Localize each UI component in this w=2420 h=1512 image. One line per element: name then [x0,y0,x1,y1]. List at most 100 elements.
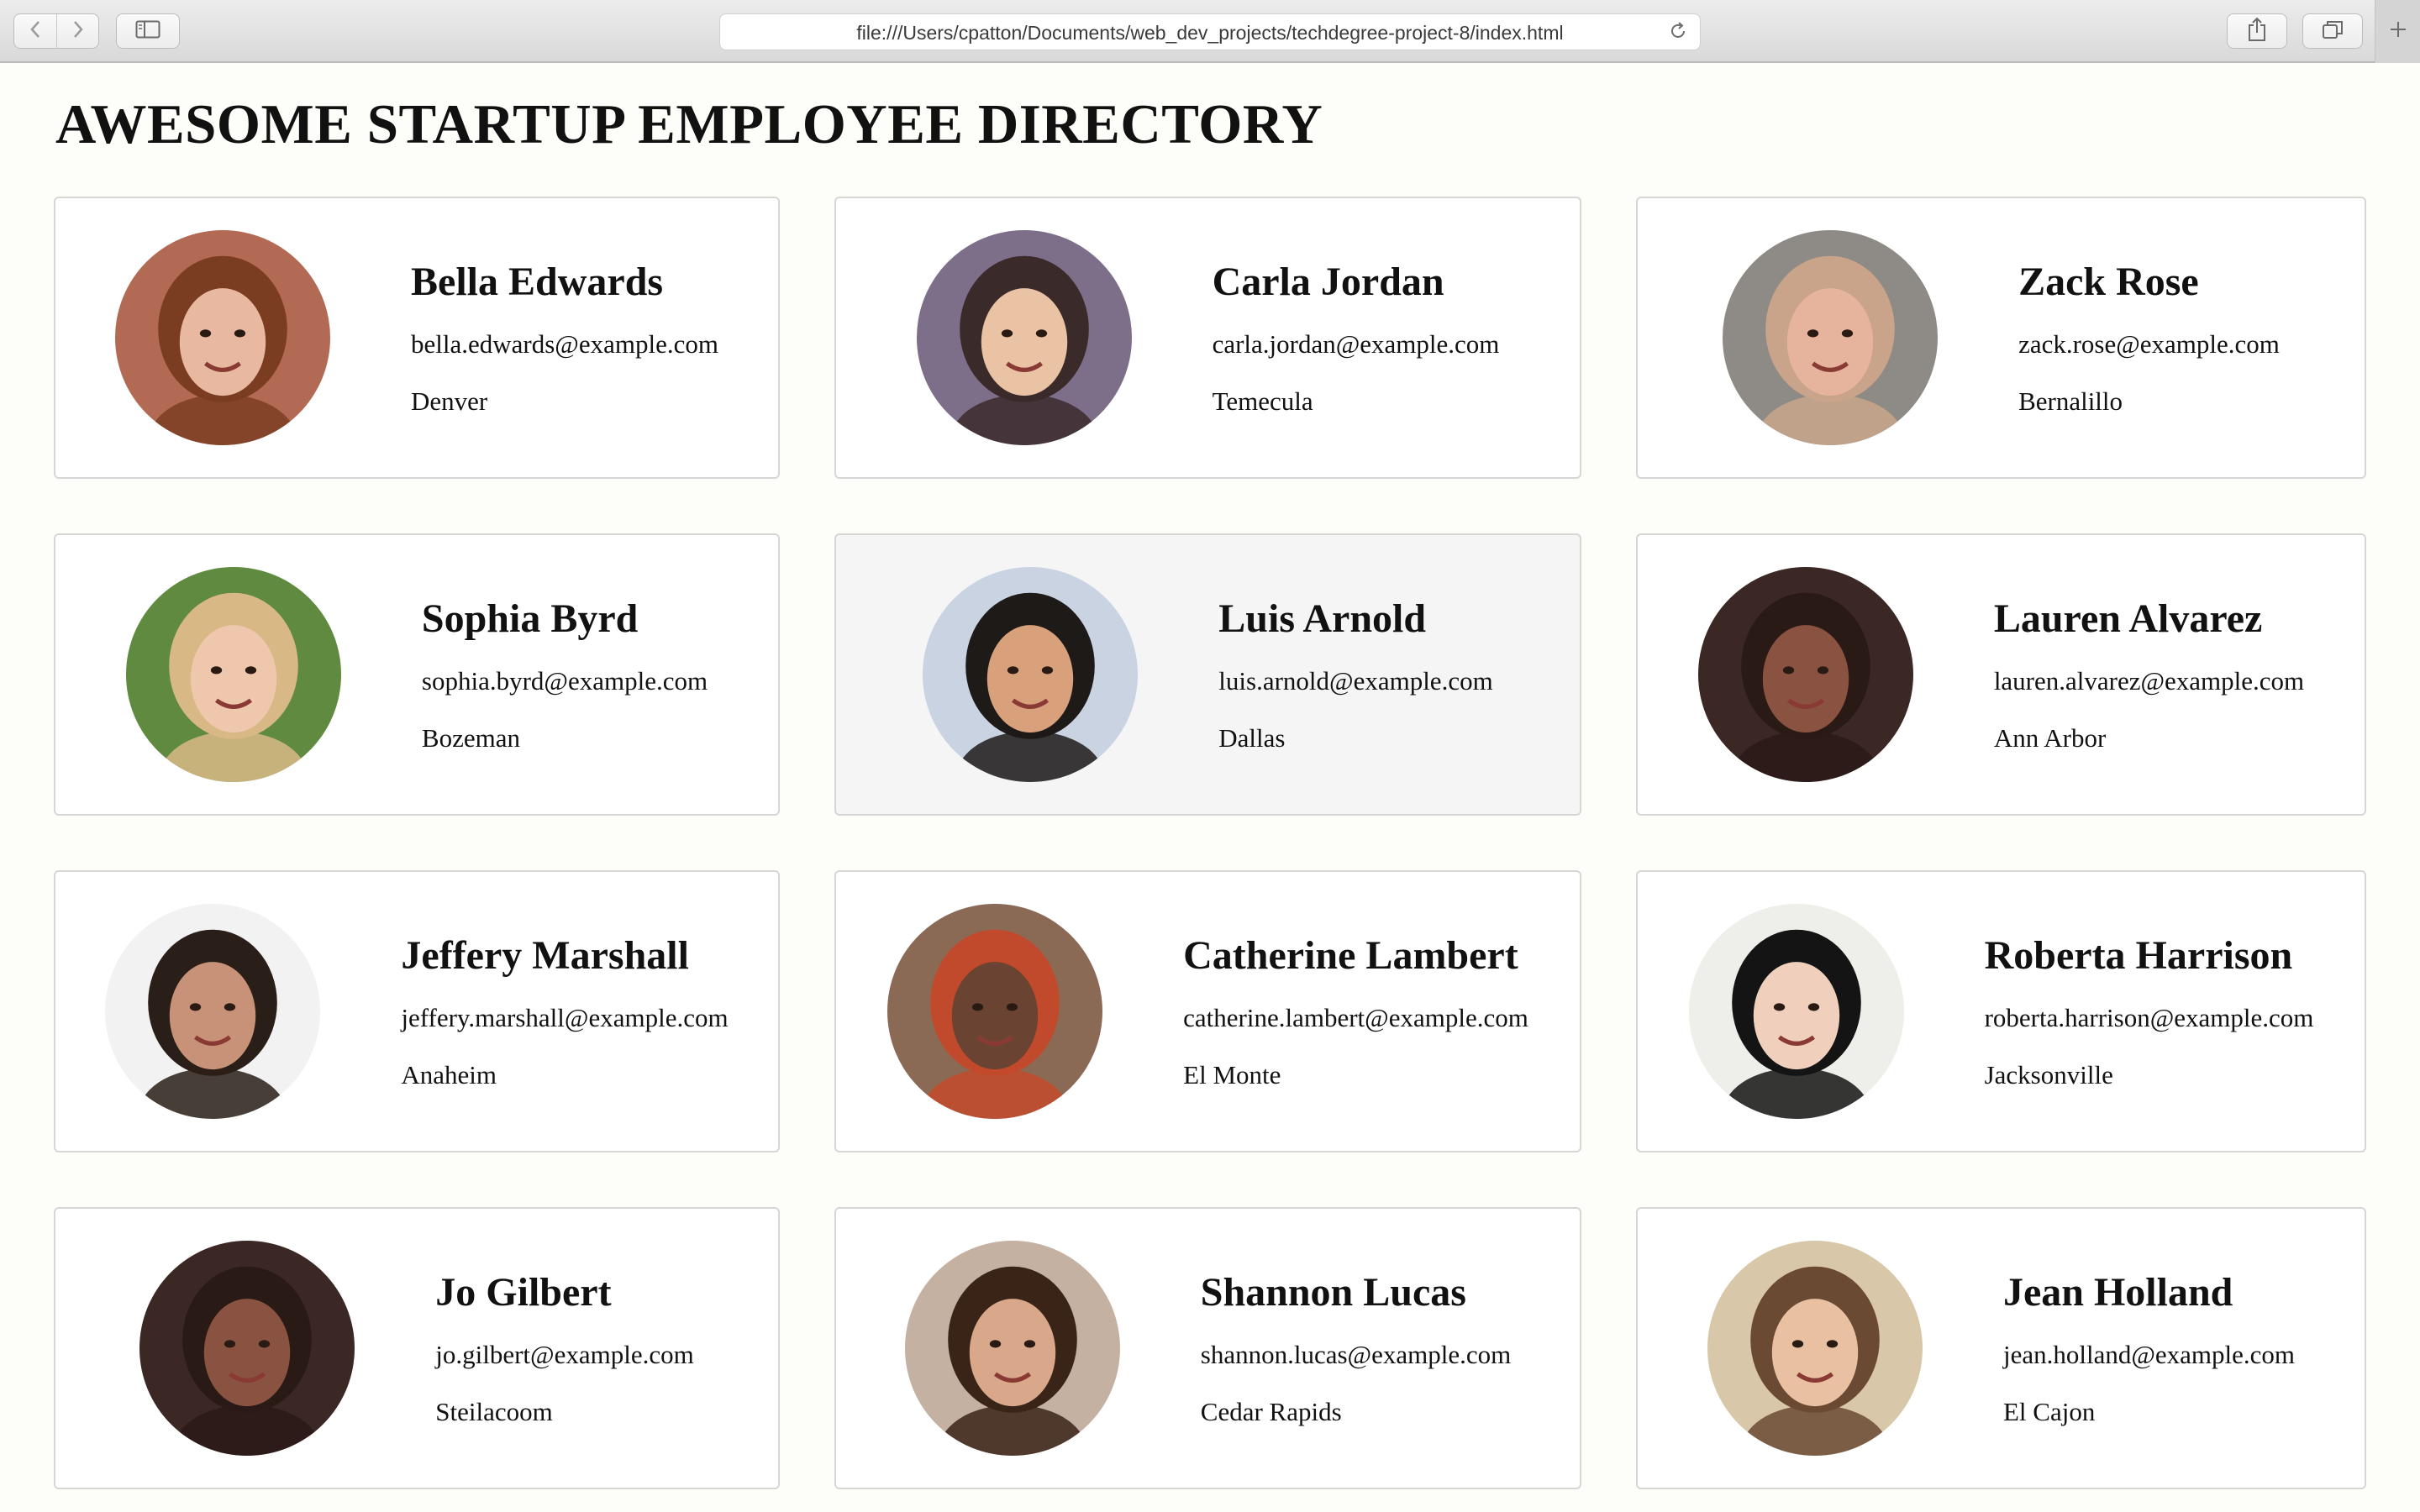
portrait-photo [1688,904,1904,1119]
employee-city: Anaheim [401,1060,497,1089]
chevron-right-icon [71,19,85,44]
employee-email: jean.holland@example.com [2002,1340,2296,1369]
avatar [1697,567,1913,782]
employee-name: Sophia Byrd [421,596,639,641]
employee-email: sophia.byrd@example.com [421,666,708,696]
employee-city: El Cajon [2002,1397,2096,1426]
back-button[interactable] [14,14,56,48]
sidebar-button[interactable] [116,13,180,49]
avatar [916,230,1132,445]
portrait-photo [115,230,331,445]
avatar [1688,904,1904,1119]
employee-name: Jean Holland [2002,1270,2233,1315]
avatar [1723,230,1939,445]
portrait-photo [105,904,321,1119]
avatar [125,567,341,782]
employee-card[interactable]: Luis Arnold luis.arnold@example.com Dall… [834,533,1581,816]
chevron-left-icon [29,19,42,44]
employee-info: Sophia Byrd sophia.byrd@example.com Boze… [422,596,708,753]
employee-card[interactable]: Sophia Byrd sophia.byrd@example.com Boze… [54,533,780,816]
employee-name: Carla Jordan [1212,260,1444,304]
employee-email: luis.arnold@example.com [1218,666,1493,696]
employee-info: Zack Rose zack.rose@example.com Bernalil… [2018,259,2280,417]
avatar [904,1241,1120,1456]
employee-info: Jean Holland jean.holland@example.com El… [2003,1269,2295,1427]
employee-email: zack.rose@example.com [2018,329,2280,359]
forward-button[interactable] [56,14,98,48]
employee-city: Bozeman [421,723,520,753]
employee-email: jo.gilbert@example.com [435,1340,694,1369]
url-text[interactable]: file:///Users/cpatton/Documents/web_dev_… [720,14,1700,51]
employee-card[interactable]: Bella Edwards bella.edwards@example.com … [54,197,780,479]
avatar [139,1241,355,1456]
employee-name: Jo Gilbert [435,1270,612,1315]
employee-city: Temecula [1212,386,1313,416]
portrait-photo [1723,230,1939,445]
employee-city: Steilacoom [435,1397,553,1426]
employee-city: Bernalillo [2018,386,2123,416]
employee-email: shannon.lucas@example.com [1200,1340,1512,1369]
employee-card[interactable]: Roberta Harrison roberta.harrison@exampl… [1636,870,2366,1152]
employee-email: roberta.harrison@example.com [1984,1003,2314,1032]
portrait-photo [1707,1241,1923,1456]
employee-info: Catherine Lambert catherine.lambert@exam… [1183,932,1528,1090]
employee-email: bella.edwards@example.com [411,329,718,359]
employee-city: Dallas [1218,723,1286,753]
portrait-photo [916,230,1132,445]
employee-name: Shannon Lucas [1200,1270,1466,1315]
reload-icon [1668,21,1688,45]
employee-city: Denver [411,386,488,416]
share-button[interactable] [2227,13,2287,49]
portrait-photo [139,1241,355,1456]
employee-name: Jeffery Marshall [401,933,689,978]
employee-card[interactable]: Lauren Alvarez lauren.alvarez@example.co… [1636,533,2366,816]
employee-info: Bella Edwards bella.edwards@example.com … [411,259,718,417]
employee-card[interactable]: Jo Gilbert jo.gilbert@example.com Steila… [54,1207,780,1489]
navigation-buttons [13,13,99,49]
avatar [1707,1241,1923,1456]
employee-info: Lauren Alvarez lauren.alvarez@example.co… [1994,596,2304,753]
employee-card[interactable]: Jeffery Marshall jeffery.marshall@exampl… [54,870,780,1152]
portrait-photo [904,1241,1120,1456]
avatar [105,904,321,1119]
employee-name: Luis Arnold [1218,596,1427,641]
share-icon [2247,17,2267,46]
employee-name: Zack Rose [2018,260,2199,304]
employee-name: Bella Edwards [411,260,664,304]
employee-card[interactable]: Shannon Lucas shannon.lucas@example.com … [834,1207,1581,1489]
tabs-overview-icon [2322,19,2344,44]
employee-name: Catherine Lambert [1183,933,1518,978]
employee-email: catherine.lambert@example.com [1183,1003,1528,1032]
employee-city: El Monte [1183,1060,1281,1089]
employee-card[interactable]: Carla Jordan carla.jordan@example.com Te… [834,197,1581,479]
employee-info: Roberta Harrison roberta.harrison@exampl… [1985,932,2314,1090]
avatar [923,567,1139,782]
employee-email: carla.jordan@example.com [1212,329,1500,359]
employee-card[interactable]: Jean Holland jean.holland@example.com El… [1636,1207,2366,1489]
employee-city: Cedar Rapids [1200,1397,1342,1426]
employee-info: Shannon Lucas shannon.lucas@example.com … [1201,1269,1511,1427]
browser-toolbar: file:///Users/cpatton/Documents/web_dev_… [0,0,2420,63]
employee-email: lauren.alvarez@example.com [1993,666,2305,696]
page-title: AWESOME STARTUP EMPLOYEE DIRECTORY [55,93,1323,155]
employee-city: Jacksonville [1984,1060,2113,1089]
employee-grid: Bella Edwards bella.edwards@example.com … [54,197,2366,1490]
employee-name: Roberta Harrison [1984,933,2293,978]
plus-icon [2388,19,2408,44]
sidebar-icon [135,20,160,43]
tabs-overview-button[interactable] [2302,13,2363,49]
portrait-photo [887,904,1103,1119]
address-bar[interactable]: file:///Users/cpatton/Documents/web_dev_… [719,13,1701,50]
new-tab-button[interactable] [2375,0,2420,63]
employee-card[interactable]: Catherine Lambert catherine.lambert@exam… [834,870,1581,1152]
avatar [115,230,331,445]
employee-info: Jo Gilbert jo.gilbert@example.com Steila… [435,1269,693,1427]
reload-button[interactable] [1666,21,1690,45]
employee-email: jeffery.marshall@example.com [401,1003,729,1032]
avatar [887,904,1103,1119]
portrait-photo [1697,567,1913,782]
employee-city: Ann Arbor [1993,723,2107,753]
employee-name: Lauren Alvarez [1993,596,2263,641]
employee-info: Luis Arnold luis.arnold@example.com Dall… [1218,596,1492,753]
employee-card[interactable]: Zack Rose zack.rose@example.com Bernalil… [1636,197,2366,479]
